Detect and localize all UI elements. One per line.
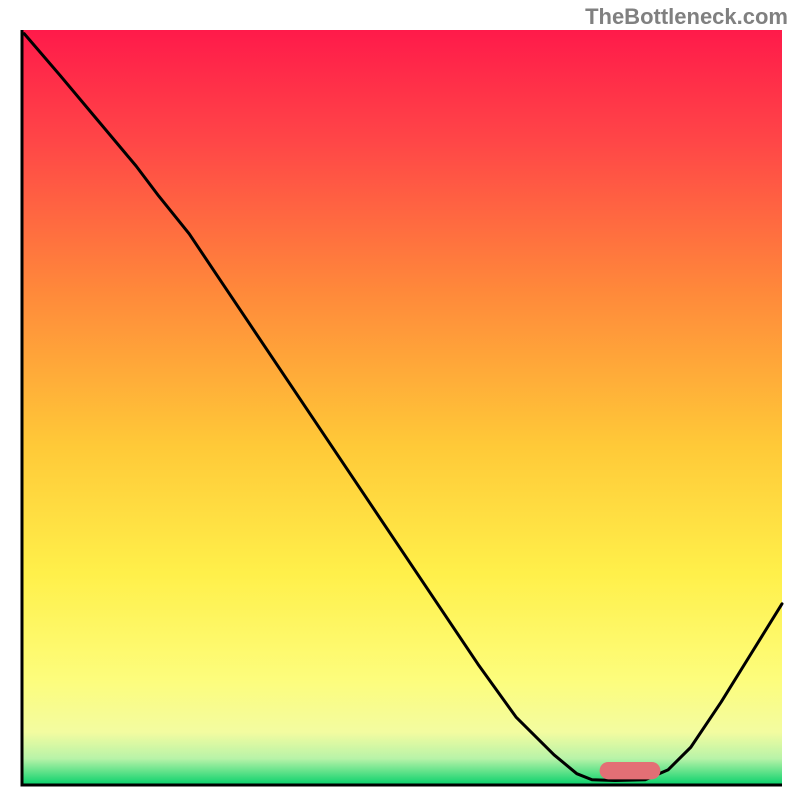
- chart-container: TheBottleneck.com: [0, 0, 800, 800]
- plot-background: [22, 30, 782, 785]
- watermark-text: TheBottleneck.com: [585, 4, 788, 30]
- optimal-range-marker: [600, 762, 661, 779]
- bottleneck-chart: [0, 0, 800, 800]
